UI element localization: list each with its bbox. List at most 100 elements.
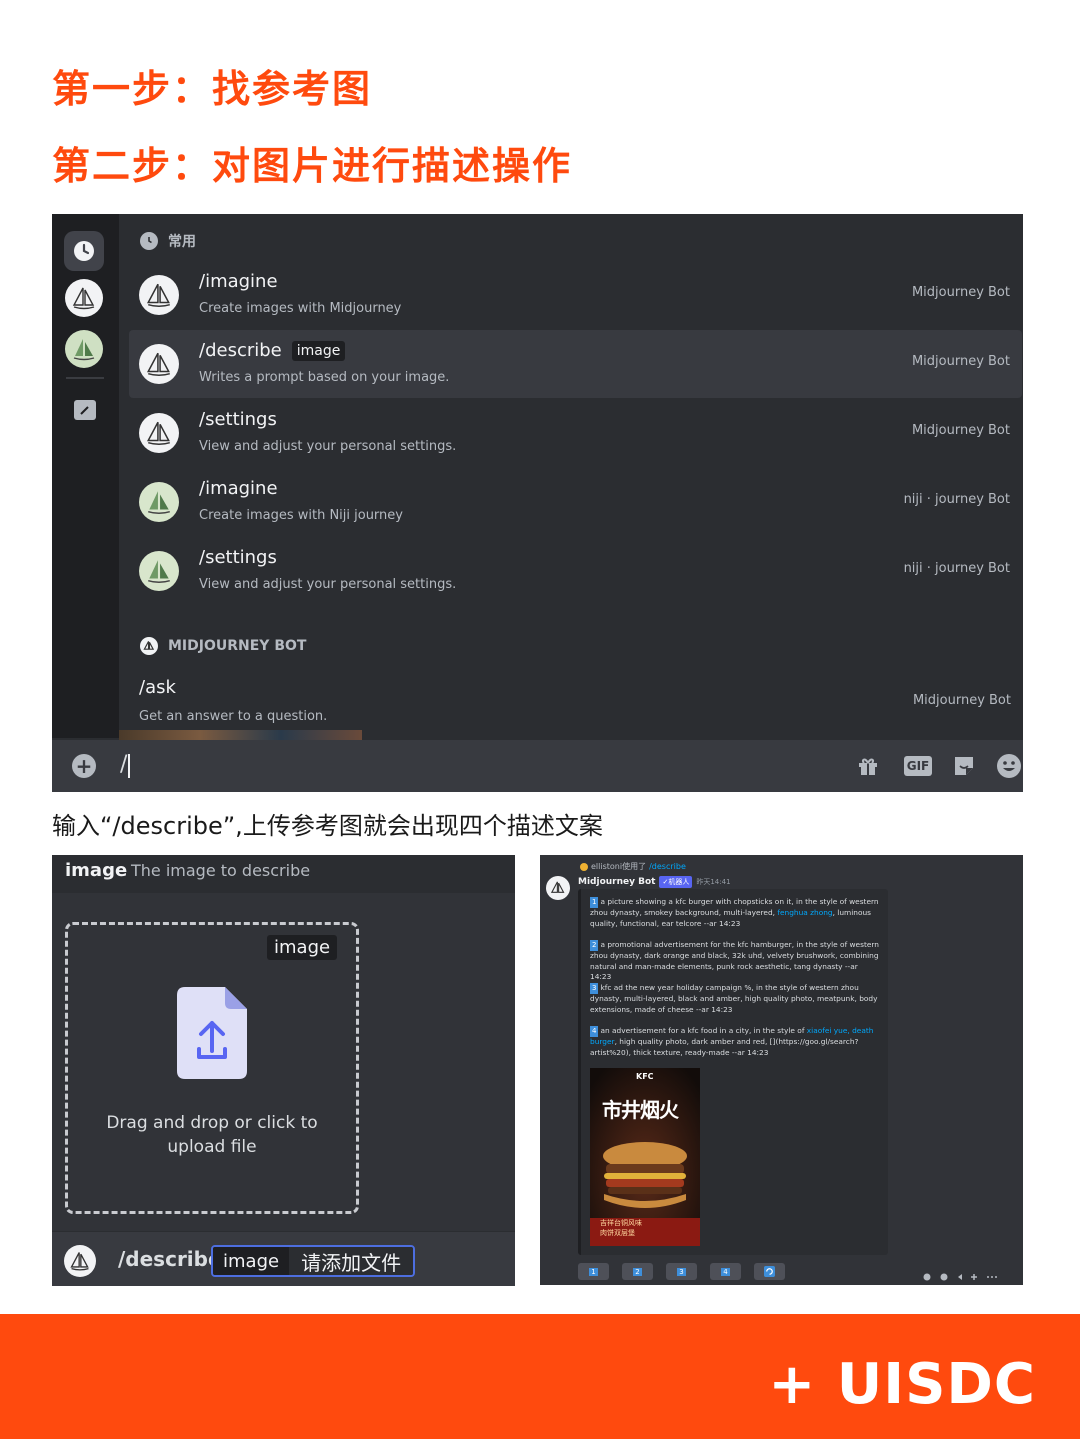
command-name: /describe image (199, 340, 346, 361)
description-item: 2a promotional advertisement for the kfc… (590, 940, 880, 983)
midjourney-boat-icon (139, 413, 179, 453)
description-item: 3 kfc ad the new year holiday campaign %,… (590, 983, 880, 1015)
niji-boat-icon[interactable] (65, 330, 103, 368)
clock-icon (140, 232, 158, 250)
caption-text: 输入“/describe”,上传参考图就会出现四个描述文案 (52, 812, 603, 840)
command-label: /settings (199, 547, 277, 568)
footer-banner: + UISDC (0, 1314, 1080, 1439)
item-link[interactable]: fenghua zhong (777, 908, 832, 917)
item-text: an advertisement for a kfc food in a cit… (600, 1026, 807, 1035)
midjourney-boat-icon (139, 275, 179, 315)
command-label: /ask (139, 677, 176, 698)
command-description: View and adjust your personal settings. (199, 577, 457, 592)
item-text: , high quality photo, dark amber and red… (590, 1036, 859, 1057)
command-label: /describe (199, 340, 282, 361)
step-one-heading: 第一步：找参考图 (52, 67, 373, 111)
reply-user: ellistoni使用了 (591, 862, 647, 871)
midjourney-boat-icon (140, 637, 158, 655)
button-label: 1 (589, 1267, 598, 1276)
command-row[interactable]: /imagine Create images with Niji journey… (129, 468, 1022, 536)
command-description: Get an answer to a question. (139, 709, 328, 724)
option-value[interactable]: 请添加文件 (289, 1247, 414, 1275)
item-number: 4 (590, 1026, 599, 1037)
command-description: Writes a prompt based on your image. (199, 370, 450, 385)
command-description: Create images with Niji journey (199, 508, 403, 523)
section-label: 常用 (168, 234, 196, 250)
section-label: MIDJOURNEY BOT (168, 638, 307, 654)
command-row-selected[interactable]: /describe image Writes a prompt based on … (129, 330, 1022, 398)
describe-button-2[interactable]: 2 (622, 1263, 653, 1280)
command-name: /imagine (199, 271, 278, 292)
bot-badge: ✓机器人 (659, 876, 693, 888)
file-drop-zone[interactable]: image Drag and drop or click to upload f… (65, 922, 359, 1214)
item-text: a promotional advertisement for the kfc … (590, 940, 879, 982)
step-two-heading: 第二步：对图片进行描述操作 (52, 144, 573, 188)
command-name: /settings (199, 547, 277, 568)
niji-boat-icon (139, 551, 179, 591)
sticker-icon[interactable] (951, 753, 977, 779)
upload-file-icon (177, 987, 247, 1079)
option-tag: image (291, 340, 346, 361)
drop-instructions: Drag and drop or click to upload file (68, 1111, 356, 1159)
drop-text-line: Drag and drop or click to (106, 1113, 318, 1133)
option-tag: image (267, 935, 338, 960)
button-label: 4 (721, 1267, 730, 1276)
command-bot: Midjourney Bot (912, 693, 1011, 708)
niji-boat-icon (139, 482, 179, 522)
description-item: 4 an advertisement for a kfc food in a ci… (590, 1026, 880, 1058)
command-bot: niji · journey Bot (903, 561, 1010, 576)
reference-poster-image[interactable]: KFC 市井烟火 吉祥台铜风味 肉饼双层堡 (590, 1068, 700, 1246)
message-time: 昨天14:41 (696, 878, 731, 886)
item-number: 3 (590, 983, 599, 994)
command-label: /imagine (199, 478, 278, 499)
gif-icon[interactable]: GIF (903, 753, 933, 779)
command-bot: Midjourney Bot (911, 423, 1010, 438)
message-action-icons[interactable] (922, 1272, 1002, 1282)
command-text: /describe (118, 1247, 222, 1271)
image-preview-strip (119, 730, 362, 740)
upload-screenshot: image The image to describe image Drag a… (52, 855, 515, 1286)
image-option-field[interactable]: image 请添加文件 (211, 1245, 416, 1277)
clock-icon[interactable] (64, 231, 104, 271)
midjourney-boat-icon[interactable] (65, 279, 103, 317)
command-row[interactable]: /imagine Create images with Midjourney M… (129, 261, 1022, 329)
gif-label: GIF (903, 756, 933, 776)
command-description: Create images with Midjourney (199, 301, 402, 316)
midjourney-boat-icon (546, 876, 570, 900)
reply-command-link[interactable]: /describe (649, 862, 686, 871)
user-avatar (580, 862, 588, 871)
describe-button-1[interactable]: 1 (578, 1263, 609, 1280)
command-label: /settings (199, 409, 277, 430)
command-row-ask[interactable]: /ask Get an answer to a question. Midjou… (119, 669, 1023, 737)
option-label: image (213, 1247, 290, 1275)
emoji-icon[interactable] (996, 753, 1022, 779)
gift-icon[interactable] (855, 753, 881, 779)
describe-button-4[interactable]: 4 (710, 1263, 741, 1280)
command-row[interactable]: /settings View and adjust your personal … (129, 537, 1022, 605)
command-label: /imagine (199, 271, 278, 292)
text-caret (128, 754, 130, 778)
command-list: 常用 /imagine Create images with Midjourne… (119, 214, 1023, 738)
refresh-button[interactable] (754, 1263, 785, 1280)
section-header-midjourney-bot: MIDJOURNEY BOT (140, 637, 306, 655)
drop-text-line: upload file (167, 1137, 257, 1157)
reply-reference: ellistoni使用了 /describe (580, 861, 686, 872)
poster-title: 市井烟火 (602, 1098, 679, 1122)
message-actions[interactable] (922, 1272, 1002, 1285)
app-directory-icon[interactable] (74, 400, 96, 420)
poster-brand: KFC (636, 1072, 654, 1081)
message-input-bar: + / GIF (52, 740, 1023, 792)
item-number: 2 (590, 940, 599, 951)
add-attachment-icon[interactable]: + (72, 754, 96, 778)
command-description: View and adjust your personal settings. (199, 439, 457, 454)
message-input[interactable]: / (120, 752, 127, 777)
command-row[interactable]: /settings View and adjust your personal … (129, 399, 1022, 467)
command-palette-screenshot: 常用 /imagine Create images with Midjourne… (52, 214, 1023, 792)
section-header-common: 常用 (140, 231, 196, 251)
describe-button-3[interactable]: 3 (666, 1263, 697, 1280)
poster-subtitle: 吉祥台铜风味 (600, 1219, 642, 1227)
option-description: The image to describe (131, 861, 311, 880)
item-text: kfc ad the new year holiday campaign %, … (590, 983, 878, 1014)
refresh-icon (764, 1266, 775, 1277)
midjourney-boat-icon (64, 1245, 96, 1277)
